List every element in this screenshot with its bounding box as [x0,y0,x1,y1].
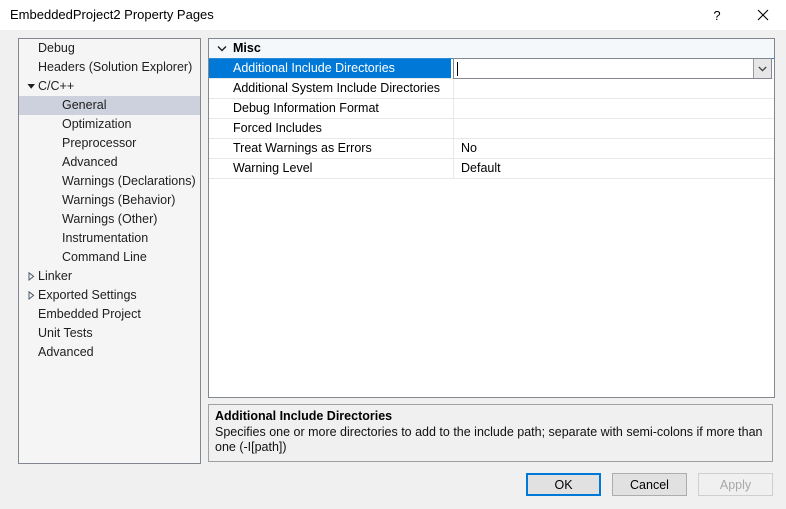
help-button[interactable]: ? [694,0,740,30]
cancel-button-label: Cancel [630,477,669,492]
tree-item-linker[interactable]: Linker [19,267,200,286]
tree-item-warnings-other[interactable]: Warnings (Other) [19,210,200,229]
tree-item-label: General [62,98,107,112]
property-value[interactable]: Default [453,159,774,178]
property-value[interactable]: No [453,139,774,158]
tree-item-headers-solution-explorer[interactable]: Headers (Solution Explorer) [19,58,200,77]
chevron-down-icon[interactable] [215,39,229,58]
window-title: EmbeddedProject2 Property Pages [10,7,214,22]
chevron-down-icon [758,66,767,72]
property-value-editor[interactable] [453,58,772,79]
tree-item-label: Command Line [62,250,147,264]
question-mark-icon: ? [713,7,721,23]
tree-item-label: Debug [38,41,75,55]
tree-item-advanced[interactable]: Advanced [19,343,200,362]
property-value[interactable] [453,99,774,118]
property-row[interactable]: Additional Include Directories [209,58,774,79]
tree-item-label: Embedded Project [38,307,141,321]
apply-button: Apply [698,473,773,496]
description-panel: Additional Include Directories Specifies… [208,404,773,462]
property-row[interactable]: Treat Warnings as Errors No [209,139,774,159]
tree-item-label: Warnings (Behavior) [62,193,176,207]
close-button[interactable] [740,0,786,30]
tree-item-label: Preprocessor [62,136,137,150]
cancel-button[interactable]: Cancel [612,473,687,496]
title-bar: EmbeddedProject2 Property Pages ? [0,0,786,31]
tree-item-unit-tests[interactable]: Unit Tests [19,324,200,343]
property-value[interactable] [453,79,774,98]
property-value[interactable] [453,119,774,138]
property-name: Debug Information Format [233,101,379,115]
description-text: Specifies one or more directories to add… [215,425,763,454]
tree-item-label: Instrumentation [62,231,149,245]
tree-item-embedded-project[interactable]: Embedded Project [19,305,200,324]
tree-item-label: Warnings (Declarations) [62,174,196,188]
property-name: Additional System Include Directories [233,81,441,95]
text-caret [457,62,458,76]
tree-item-warnings-behavior[interactable]: Warnings (Behavior) [19,191,200,210]
triangle-right-icon[interactable] [25,267,37,286]
ok-button-label: OK [554,477,573,492]
dialog-body: Debug Headers (Solution Explorer) C/C++ Gen… [0,30,786,509]
property-row[interactable]: Forced Includes [209,119,774,139]
tree-item-label: Optimization [62,117,132,131]
settings-tree[interactable]: Debug Headers (Solution Explorer) C/C++ Gen… [18,38,201,464]
property-grid[interactable]: Misc Additional Include Directories Addit… [208,38,775,398]
tree-item-c-c[interactable]: C/C++ [19,77,200,96]
triangle-down-icon[interactable] [25,77,37,96]
tree-item-general[interactable]: General [19,96,200,115]
tree-item-advanced[interactable]: Advanced [19,153,200,172]
ok-button[interactable]: OK [526,473,601,496]
property-name: Warning Level [233,161,313,175]
property-row[interactable]: Warning Level Default [209,159,774,179]
apply-button-label: Apply [719,477,752,492]
tree-item-exported-settings[interactable]: Exported Settings [19,286,200,305]
tree-item-label: Advanced [38,345,94,359]
tree-item-label: Unit Tests [38,326,93,340]
tree-item-label: Warnings (Other) [62,212,158,226]
tree-item-optimization[interactable]: Optimization [19,115,200,134]
property-row[interactable]: Additional System Include Directories [209,79,774,99]
dropdown-button[interactable] [753,59,771,78]
tree-item-preprocessor[interactable]: Preprocessor [19,134,200,153]
property-name: Treat Warnings as Errors [233,141,372,155]
close-icon [757,9,769,21]
tree-item-instrumentation[interactable]: Instrumentation [19,229,200,248]
category-label: Misc [233,41,261,55]
triangle-right-icon[interactable] [25,286,37,305]
property-name: Forced Includes [233,121,322,135]
tree-item-command-line[interactable]: Command Line [19,248,200,267]
property-row[interactable]: Debug Information Format [209,99,774,119]
tree-item-label: Advanced [62,155,118,169]
property-category-misc[interactable]: Misc [209,39,774,59]
description-title: Additional Include Directories [215,409,393,423]
tree-item-debug[interactable]: Debug [19,39,200,58]
tree-item-warnings-declarations[interactable]: Warnings (Declarations) [19,172,200,191]
tree-item-label: Headers (Solution Explorer) [38,60,193,74]
property-name: Additional Include Directories [209,59,451,78]
